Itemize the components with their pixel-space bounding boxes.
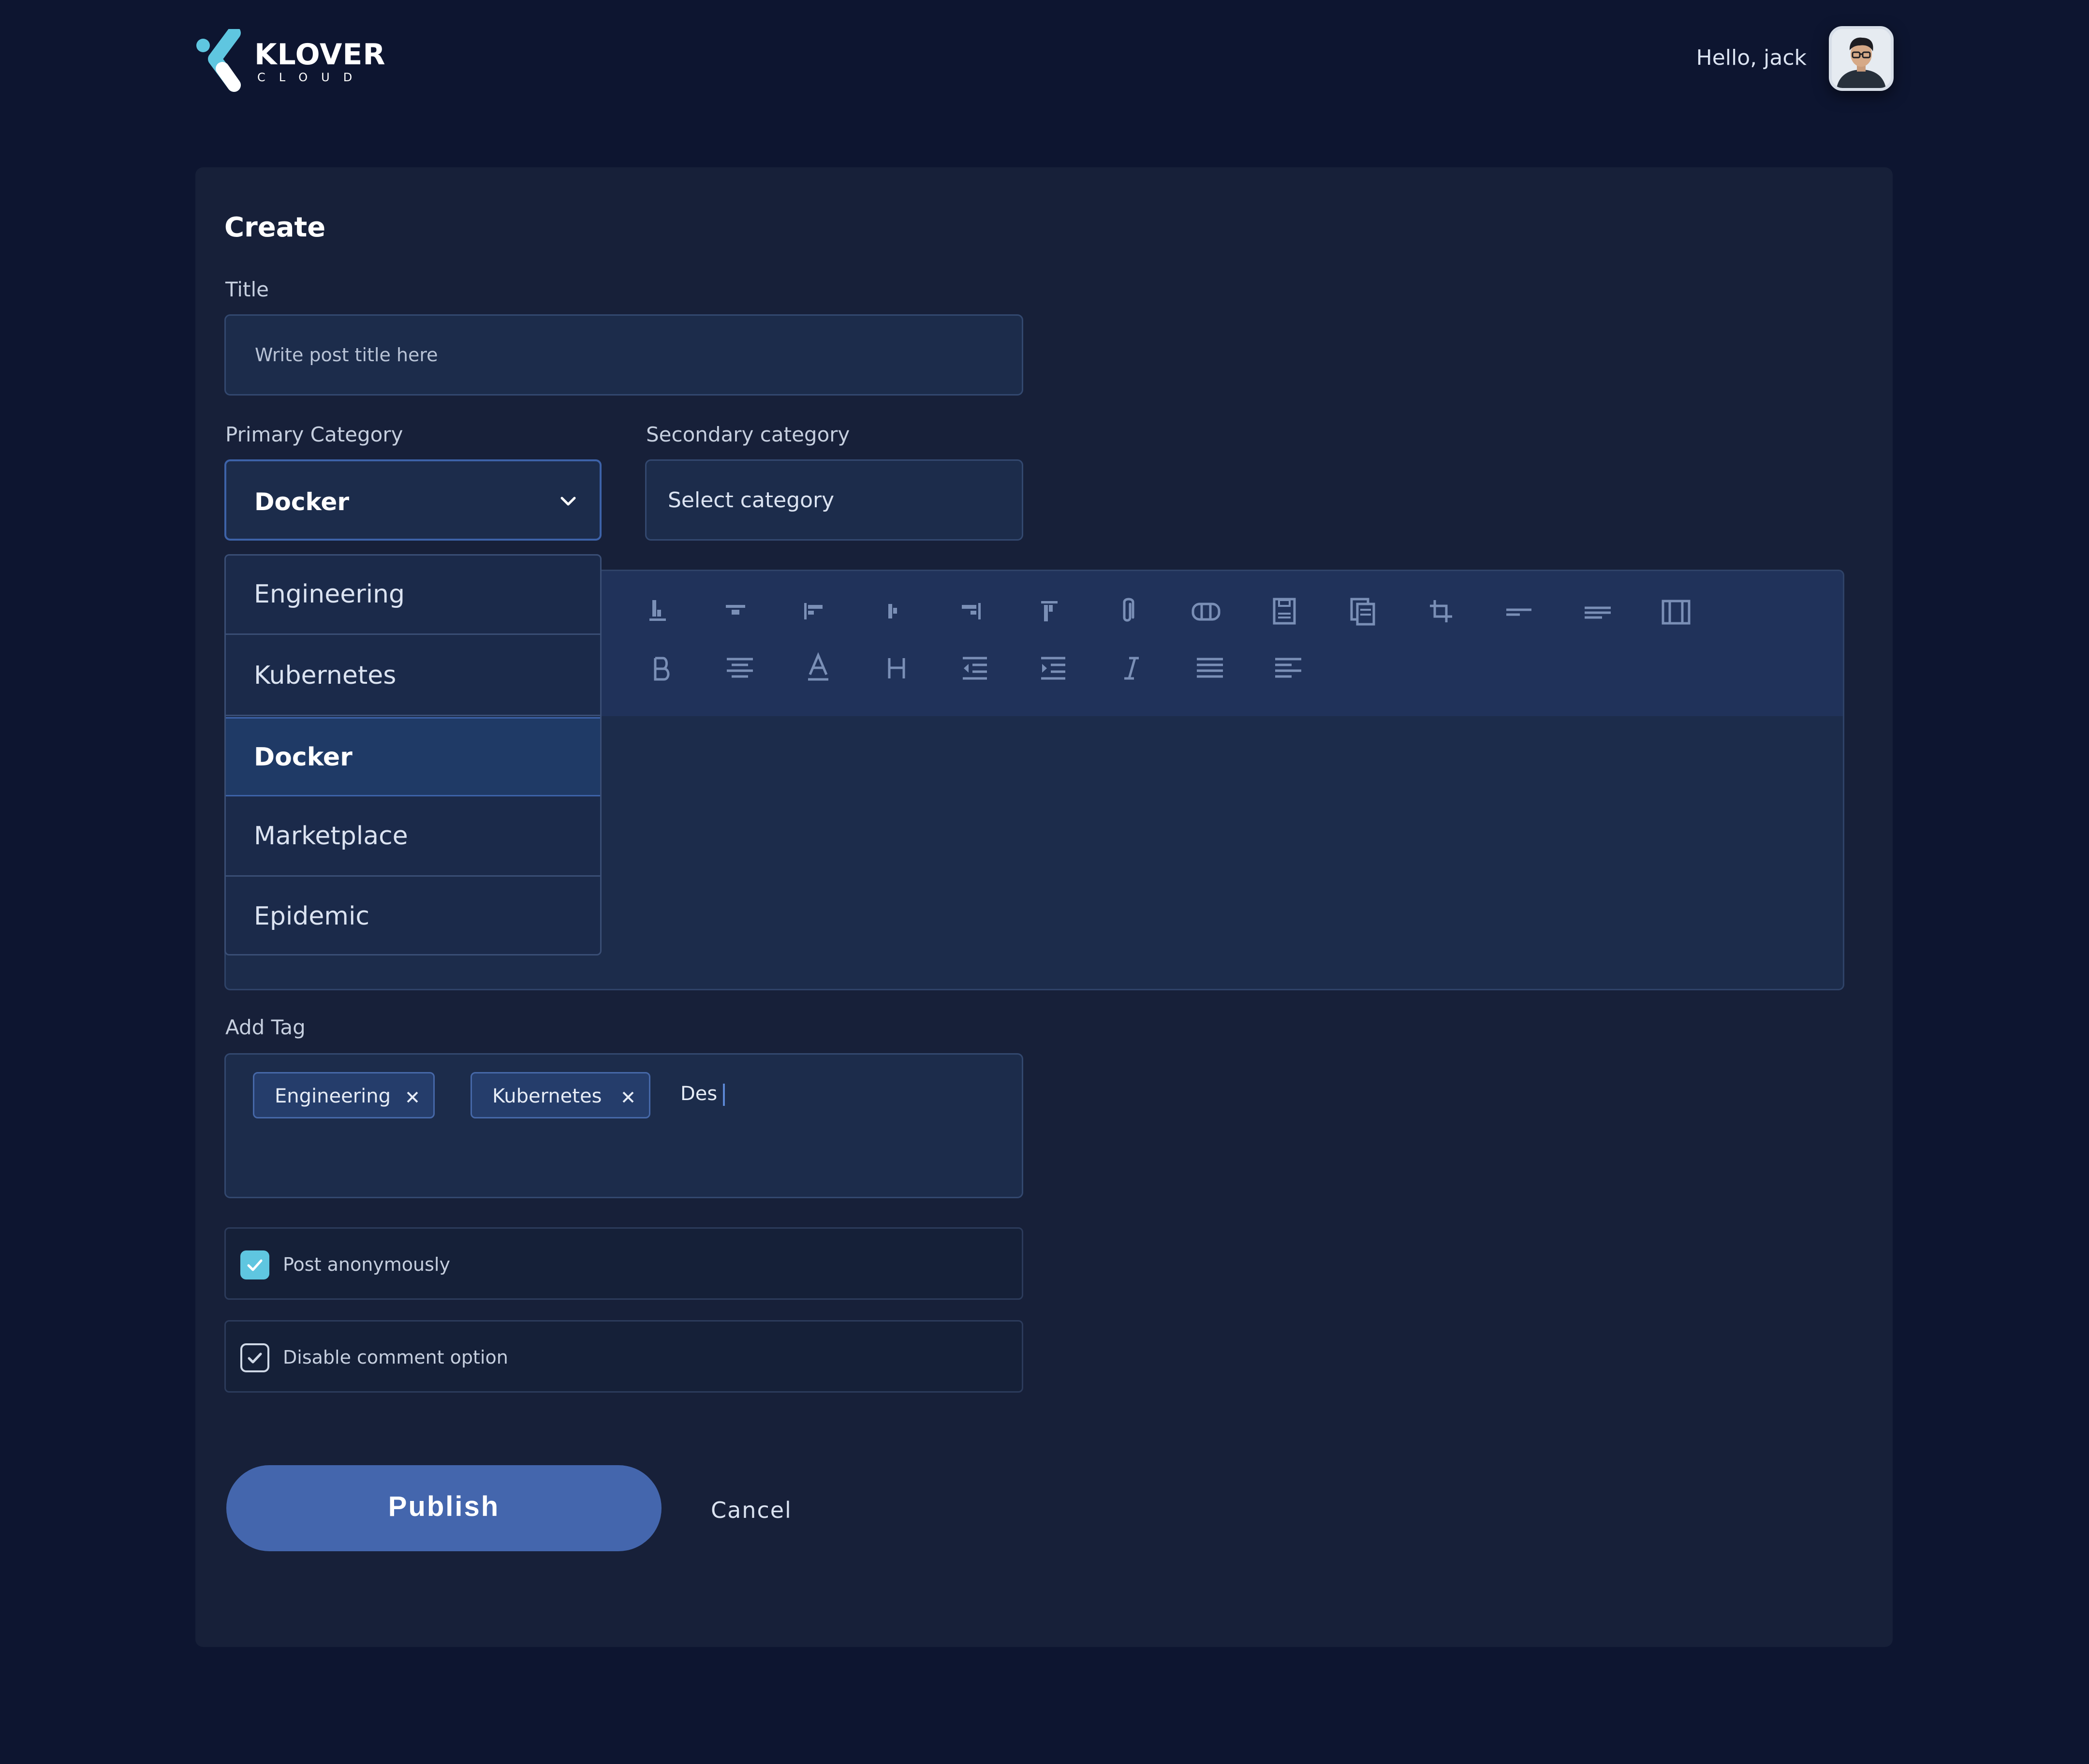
user-avatar-icon <box>1832 29 1891 88</box>
cancel-button[interactable]: Cancel <box>711 1497 792 1523</box>
disable-comment-label: Disable comment option <box>283 1347 508 1368</box>
heading-icon[interactable] <box>880 651 913 685</box>
option-label: Docker <box>254 743 353 772</box>
align-bottom-icon[interactable] <box>641 594 675 628</box>
check-icon <box>248 1352 262 1364</box>
option-label: Engineering <box>254 580 405 609</box>
align-left-edge-icon[interactable] <box>797 594 831 628</box>
tag-input-text[interactable]: Des <box>680 1083 717 1105</box>
columns-icon[interactable] <box>1189 594 1223 628</box>
tag-label: Kubernetes <box>492 1085 602 1107</box>
indent-decrease-icon[interactable] <box>958 651 992 685</box>
justify-icon[interactable] <box>1193 651 1227 685</box>
user-greeting: Hello, jack <box>1696 45 1807 70</box>
check-icon <box>247 1259 263 1271</box>
primary-category-dropdown: Engineering Kubernetes Docker Marketplac… <box>224 554 602 956</box>
secondary-category-value: Select category <box>668 488 835 513</box>
option-label: Marketplace <box>254 822 408 851</box>
horizontal-rule-icon[interactable] <box>1502 594 1536 628</box>
secondary-category-select[interactable]: Select category <box>645 459 1023 541</box>
align-center-icon[interactable] <box>723 651 757 685</box>
chevron-down-icon <box>560 497 576 506</box>
text-caret <box>723 1084 725 1106</box>
align-left-icon[interactable] <box>1271 651 1305 685</box>
secondary-category-label: Secondary category <box>646 423 850 446</box>
primary-category-label: Primary Category <box>225 423 403 446</box>
copy-icon[interactable] <box>1346 594 1380 628</box>
attachment-icon[interactable] <box>1111 594 1145 628</box>
close-icon[interactable] <box>621 1090 635 1104</box>
tag-input-field[interactable]: Engineering Kubernetes Des <box>224 1053 1023 1198</box>
frame-icon[interactable] <box>1659 594 1693 628</box>
bold-icon[interactable] <box>645 651 678 685</box>
dropdown-option-marketplace[interactable]: Marketplace <box>226 797 600 877</box>
publish-label: Publish <box>388 1491 500 1522</box>
brand-subtitle: CLOUD <box>257 71 366 84</box>
post-anonymously-option[interactable]: Post anonymously <box>224 1227 1023 1300</box>
tag-chip: Kubernetes <box>471 1072 650 1118</box>
brand-name: KLOVER <box>254 38 386 72</box>
disable-comment-option[interactable]: Disable comment option <box>224 1320 1023 1393</box>
italic-icon[interactable] <box>1115 651 1148 685</box>
align-right-edge-icon[interactable] <box>954 594 988 628</box>
option-label: Epidemic <box>254 902 370 931</box>
avatar[interactable] <box>1829 26 1894 91</box>
indent-increase-icon[interactable] <box>1036 651 1070 685</box>
title-field[interactable] <box>224 314 1023 396</box>
disable-comment-checkbox[interactable] <box>240 1343 269 1372</box>
dropdown-option-docker[interactable]: Docker <box>226 717 600 796</box>
page-title: Create <box>224 212 326 243</box>
tag-label: Engineering <box>275 1085 391 1107</box>
align-vertical-center-icon[interactable] <box>719 594 753 628</box>
close-icon[interactable] <box>405 1090 420 1104</box>
align-top-icon[interactable] <box>1032 594 1066 628</box>
dropdown-option-kubernetes[interactable]: Kubernetes <box>226 637 600 716</box>
title-input[interactable] <box>226 316 1022 394</box>
anonymous-label: Post anonymously <box>283 1254 450 1275</box>
save-icon[interactable] <box>1267 594 1301 628</box>
dropdown-option-epidemic[interactable]: Epidemic <box>226 878 600 954</box>
option-label: Kubernetes <box>254 661 397 690</box>
title-label: Title <box>225 278 269 301</box>
align-horizontal-center-icon[interactable] <box>876 594 910 628</box>
publish-button[interactable]: Publish <box>226 1465 662 1551</box>
text-color-icon[interactable] <box>801 651 835 685</box>
tag-chip: Engineering <box>253 1072 435 1118</box>
text-short-icon[interactable] <box>1581 594 1615 628</box>
dropdown-option-engineering[interactable]: Engineering <box>226 556 600 635</box>
anonymous-checkbox[interactable] <box>240 1250 269 1279</box>
klover-cloud-logo[interactable]: KLOVER CLOUD <box>195 29 385 92</box>
logo-mark-icon <box>196 29 241 92</box>
crop-icon[interactable] <box>1424 594 1458 628</box>
primary-category-select[interactable]: Docker <box>224 459 602 541</box>
primary-category-value: Docker <box>254 488 349 516</box>
add-tag-label: Add Tag <box>225 1015 306 1039</box>
